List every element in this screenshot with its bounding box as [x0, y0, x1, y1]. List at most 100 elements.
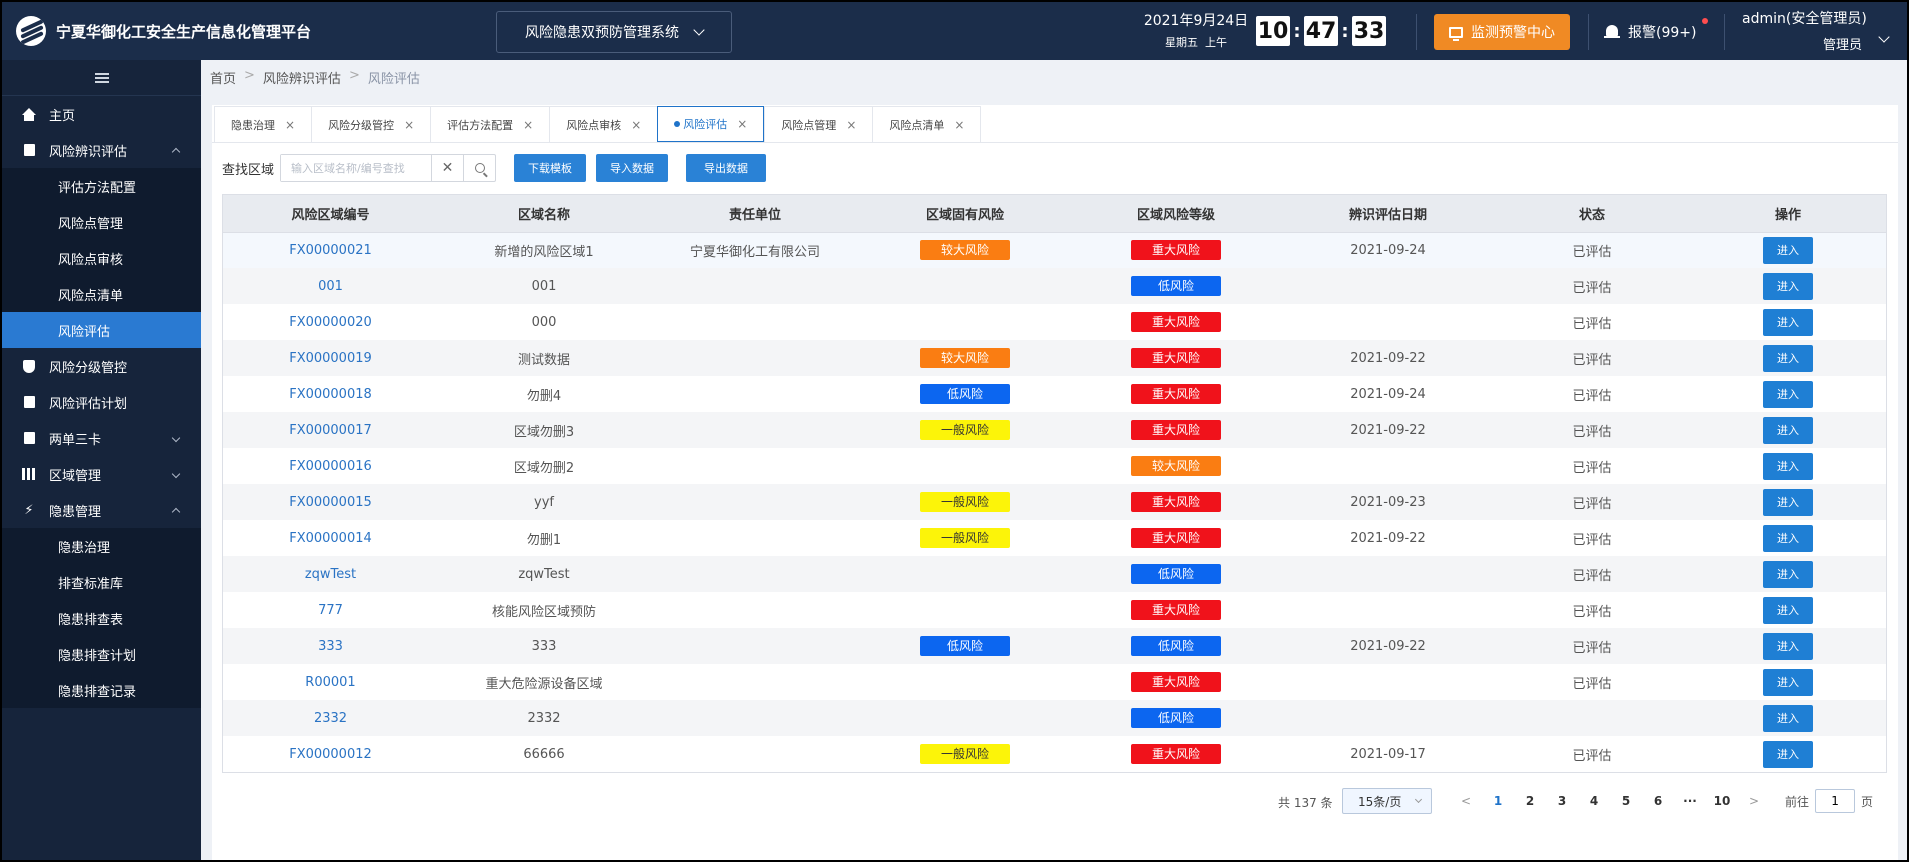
- column-header[interactable]: 辨识评估日期: [1282, 195, 1494, 233]
- page-number[interactable]: 4: [1578, 794, 1610, 808]
- goto-page-input[interactable]: [1815, 789, 1856, 813]
- sidebar-collapse-button[interactable]: [2, 60, 201, 96]
- sidebar-item-risk-assessment[interactable]: 风险评估: [2, 312, 201, 348]
- column-header[interactable]: 操作: [1690, 195, 1886, 233]
- page-number[interactable]: 1: [1482, 794, 1514, 808]
- close-icon[interactable]: ×: [285, 118, 295, 132]
- column-header[interactable]: 状态: [1494, 195, 1690, 233]
- clear-search-button[interactable]: ✕: [431, 155, 463, 181]
- area-code-cell[interactable]: FX00000015: [223, 484, 438, 520]
- system-select[interactable]: 风险隐患双预防管理系统: [496, 11, 732, 53]
- user-menu[interactable]: admin(安全管理员) 管理员: [1742, 8, 1892, 53]
- area-code-cell[interactable]: FX00000021: [223, 232, 438, 268]
- monitor-center-button[interactable]: 监测预警中心: [1434, 14, 1570, 50]
- area-code-link[interactable]: FX00000019: [289, 351, 372, 366]
- tab-hazard-governance[interactable]: 隐患治理 ×: [214, 106, 312, 142]
- area-code-cell[interactable]: R00001: [223, 664, 438, 700]
- tab-risk-grading[interactable]: 风险分级管控 ×: [311, 106, 431, 142]
- column-header[interactable]: 区域名称: [438, 195, 650, 233]
- area-code-cell[interactable]: FX00000020: [223, 304, 438, 340]
- enter-button[interactable]: 进入: [1763, 272, 1813, 300]
- download-template-button[interactable]: 下载模板: [514, 154, 587, 182]
- column-header[interactable]: 区域风险等级: [1070, 195, 1282, 233]
- enter-button[interactable]: 进入: [1763, 416, 1813, 444]
- page-number[interactable]: 3: [1546, 794, 1578, 808]
- area-code-link[interactable]: FX00000015: [289, 495, 372, 510]
- sidebar-item-inspection-table[interactable]: 隐患排查表: [2, 600, 201, 636]
- sidebar-item-inspection-standards[interactable]: 排查标准库: [2, 564, 201, 600]
- area-code-link[interactable]: FX00000017: [289, 423, 372, 438]
- next-page-icon[interactable]: >: [1738, 794, 1770, 808]
- sidebar-item-inspection-plan[interactable]: 隐患排查计划: [2, 636, 201, 672]
- prev-page-icon[interactable]: <: [1450, 794, 1482, 808]
- sidebar-item-risk-point-list[interactable]: 风险点清单: [2, 276, 201, 312]
- area-code-link[interactable]: zqwTest: [305, 567, 356, 582]
- sidebar-item-method-config[interactable]: 评估方法配置: [2, 168, 201, 204]
- area-code-link[interactable]: FX00000018: [289, 387, 372, 402]
- sidebar-item-assessment-plan[interactable]: 风险评估计划: [2, 384, 201, 420]
- close-icon[interactable]: ×: [523, 118, 533, 132]
- page-number[interactable]: 5: [1610, 794, 1642, 808]
- sidebar-item-hazard-governance[interactable]: 隐患治理: [2, 528, 201, 564]
- area-code-cell[interactable]: 777: [223, 592, 438, 628]
- area-code-link[interactable]: FX00000021: [289, 243, 372, 258]
- enter-button[interactable]: 进入: [1763, 380, 1813, 408]
- close-icon[interactable]: ×: [846, 118, 856, 132]
- enter-button[interactable]: 进入: [1763, 560, 1813, 588]
- area-code-cell[interactable]: 001: [223, 268, 438, 304]
- sidebar-item-two-lists-three-cards[interactable]: 两单三卡: [2, 420, 201, 456]
- enter-button[interactable]: 进入: [1763, 632, 1813, 660]
- area-code-cell[interactable]: FX00000017: [223, 412, 438, 448]
- column-header[interactable]: 风险区域编号: [223, 195, 438, 233]
- tab-method-config[interactable]: 评估方法配置 ×: [430, 106, 550, 142]
- import-data-button[interactable]: 导入数据: [596, 154, 669, 182]
- page-ellipsis[interactable]: ···: [1674, 794, 1706, 808]
- search-button[interactable]: [463, 155, 495, 181]
- tab-risk-point-list[interactable]: 风险点清单 ×: [872, 106, 982, 142]
- enter-button[interactable]: 进入: [1763, 668, 1813, 696]
- page-size-select[interactable]: 15条/页: [1342, 788, 1432, 814]
- area-code-link[interactable]: FX00000012: [289, 747, 372, 762]
- area-code-cell[interactable]: 2332: [223, 700, 438, 736]
- enter-button[interactable]: 进入: [1763, 308, 1813, 336]
- area-code-cell[interactable]: FX00000012: [223, 736, 438, 772]
- close-icon[interactable]: ×: [631, 118, 641, 132]
- sidebar-item-risk-point-mgmt[interactable]: 风险点管理: [2, 204, 201, 240]
- sidebar-item-risk-identification[interactable]: 风险辨识评估: [2, 132, 201, 168]
- sidebar-item-risk-grading[interactable]: 风险分级管控: [2, 348, 201, 384]
- tab-risk-assessment[interactable]: 风险评估 ×: [657, 106, 765, 142]
- area-code-link[interactable]: 333: [318, 639, 343, 654]
- column-header[interactable]: 区域固有风险: [860, 195, 1070, 233]
- enter-button[interactable]: 进入: [1763, 596, 1813, 624]
- alarm-button[interactable]: 报警(99+): [1604, 18, 1708, 42]
- area-code-cell[interactable]: FX00000016: [223, 448, 438, 484]
- sidebar-item-area-mgmt[interactable]: 区域管理: [2, 456, 201, 492]
- enter-button[interactable]: 进入: [1763, 524, 1813, 552]
- area-code-link[interactable]: FX00000014: [289, 531, 372, 546]
- enter-button[interactable]: 进入: [1763, 344, 1813, 372]
- page-number[interactable]: 10: [1706, 794, 1738, 808]
- enter-button[interactable]: 进入: [1763, 704, 1813, 732]
- area-code-cell[interactable]: FX00000018: [223, 376, 438, 412]
- close-icon[interactable]: ×: [954, 118, 964, 132]
- sidebar-item-hazard-mgmt[interactable]: ⚡ 隐患管理: [2, 492, 201, 528]
- page-number[interactable]: 2: [1514, 794, 1546, 808]
- area-code-cell[interactable]: FX00000019: [223, 340, 438, 376]
- tab-risk-point-review[interactable]: 风险点审核 ×: [549, 106, 658, 142]
- area-code-link[interactable]: FX00000020: [289, 315, 372, 330]
- area-code-link[interactable]: R00001: [305, 675, 355, 690]
- search-input[interactable]: [281, 155, 432, 181]
- area-code-cell[interactable]: 333: [223, 628, 438, 664]
- sidebar-item-risk-point-review[interactable]: 风险点审核: [2, 240, 201, 276]
- close-icon[interactable]: ×: [404, 118, 414, 132]
- area-code-link[interactable]: FX00000016: [289, 459, 372, 474]
- area-code-link[interactable]: 777: [318, 603, 343, 618]
- area-code-link[interactable]: 2332: [314, 711, 347, 726]
- area-code-cell[interactable]: zqwTest: [223, 556, 438, 592]
- breadcrumb-home[interactable]: 首页: [210, 68, 236, 87]
- sidebar-item-inspection-records[interactable]: 隐患排查记录: [2, 672, 201, 708]
- enter-button[interactable]: 进入: [1763, 488, 1813, 516]
- enter-button[interactable]: 进入: [1763, 452, 1813, 480]
- enter-button[interactable]: 进入: [1763, 236, 1813, 264]
- area-code-cell[interactable]: FX00000014: [223, 520, 438, 556]
